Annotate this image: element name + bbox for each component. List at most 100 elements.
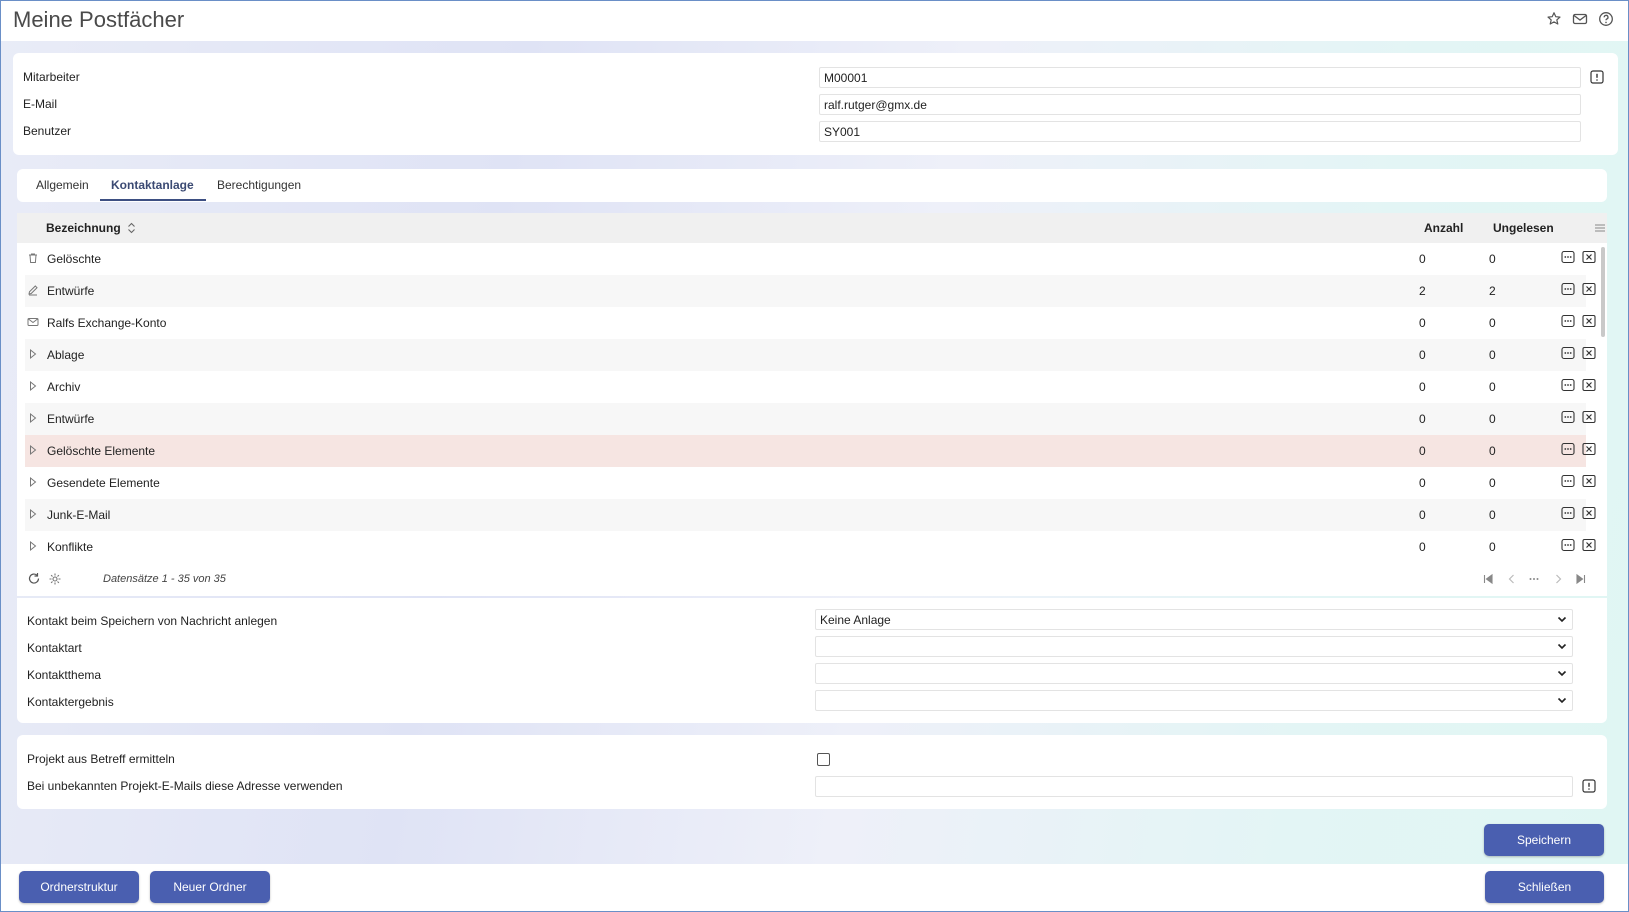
pages-ellipsis-icon[interactable] — [1528, 573, 1540, 585]
column-header-unread[interactable]: Ungelesen — [1493, 221, 1554, 235]
refresh-icon[interactable] — [27, 572, 41, 586]
info-alert-icon[interactable] — [1589, 69, 1605, 85]
folder-name: Entwürfe — [47, 284, 95, 298]
close-button[interactable]: Schließen — [1485, 871, 1604, 903]
folder-name: Gelöschte — [47, 252, 102, 266]
more-icon[interactable] — [1561, 474, 1575, 488]
table-row-selected[interactable]: Gelöschte Elemente 0 0 — [25, 435, 1596, 467]
user-label: Benutzer — [23, 124, 72, 138]
new-folder-button[interactable]: Neuer Ordner — [150, 871, 270, 903]
expand-arrow-icon[interactable] — [27, 508, 39, 520]
address-alert-icon[interactable] — [1581, 778, 1597, 794]
folder-name: Junk-E-Mail — [47, 508, 111, 522]
delete-icon[interactable] — [1582, 538, 1596, 552]
count-cell: 0 — [1419, 316, 1426, 330]
grid-scrollbar[interactable] — [1601, 247, 1605, 337]
employee-field[interactable]: M00001 — [819, 67, 1581, 88]
save-button[interactable]: Speichern — [1484, 824, 1604, 856]
unread-cell: 0 — [1489, 412, 1496, 426]
delete-icon[interactable] — [1582, 314, 1596, 328]
last-page-icon[interactable] — [1575, 573, 1587, 585]
column-header-name[interactable]: Bezeichnung — [46, 221, 136, 235]
more-icon[interactable] — [1561, 346, 1575, 360]
count-cell: 0 — [1419, 348, 1426, 362]
more-icon[interactable] — [1561, 378, 1575, 392]
count-cell: 0 — [1419, 252, 1426, 266]
table-row[interactable]: Entwürfe 2 2 — [25, 275, 1596, 307]
contact-type-label: Kontaktart — [27, 641, 82, 655]
unread-cell: 2 — [1489, 284, 1496, 298]
count-cell: 0 — [1419, 476, 1426, 490]
grid-header: Bezeichnung Anzahl Ungelesen — [17, 213, 1607, 243]
user-field[interactable]: SY001 — [819, 121, 1581, 142]
delete-icon[interactable] — [1582, 378, 1596, 392]
expand-arrow-icon[interactable] — [27, 348, 39, 360]
more-icon[interactable] — [1561, 410, 1575, 424]
more-icon[interactable] — [1561, 538, 1575, 552]
more-icon[interactable] — [1561, 442, 1575, 456]
unknown-project-address-field[interactable] — [815, 776, 1573, 797]
table-row[interactable]: Junk-E-Mail 0 0 — [25, 499, 1596, 531]
expand-arrow-icon[interactable] — [27, 476, 39, 488]
folder-structure-button[interactable]: Ordnerstruktur — [19, 871, 139, 903]
tab-kontaktanlage[interactable]: Kontaktanlage — [111, 178, 194, 192]
unread-cell: 0 — [1489, 540, 1496, 554]
trash-icon — [27, 252, 39, 264]
contact-result-label: Kontaktergebnis — [27, 695, 114, 709]
delete-icon[interactable] — [1582, 282, 1596, 296]
sort-icon[interactable] — [127, 222, 136, 234]
table-row[interactable]: Konflikte 0 0 — [25, 531, 1596, 563]
table-row[interactable]: Archiv 0 0 — [25, 371, 1596, 403]
expand-arrow-icon[interactable] — [27, 380, 39, 392]
more-icon[interactable] — [1561, 506, 1575, 520]
count-cell: 2 — [1419, 284, 1426, 298]
first-page-icon[interactable] — [1482, 573, 1494, 585]
help-icon[interactable] — [1598, 11, 1614, 27]
more-icon[interactable] — [1561, 282, 1575, 296]
contact-result-select[interactable] — [815, 690, 1573, 711]
unknown-project-address-label: Bei unbekannten Projekt-E-Mails diese Ad… — [27, 779, 343, 793]
project-from-subject-checkbox[interactable] — [817, 753, 830, 766]
table-row[interactable]: Gesendete Elemente 0 0 — [25, 467, 1596, 499]
contact-on-save-select[interactable]: Keine Anlage — [815, 609, 1573, 630]
settings-icon[interactable] — [48, 572, 62, 586]
delete-icon[interactable] — [1582, 410, 1596, 424]
table-row[interactable]: Ablage 0 0 — [25, 339, 1596, 371]
table-row[interactable]: Entwürfe 0 0 — [25, 403, 1596, 435]
column-header-count[interactable]: Anzahl — [1424, 221, 1463, 235]
delete-icon[interactable] — [1582, 474, 1596, 488]
grid-footer: Datensätze 1 - 35 von 35 — [17, 560, 1607, 596]
table-row[interactable]: Ralfs Exchange-Konto 0 0 — [25, 307, 1596, 339]
folder-name: Entwürfe — [47, 412, 95, 426]
pencil-icon — [27, 284, 39, 296]
more-icon[interactable] — [1561, 250, 1575, 264]
unread-cell: 0 — [1489, 348, 1496, 362]
delete-icon[interactable] — [1582, 250, 1596, 264]
folder-name: Konflikte — [47, 540, 94, 554]
contact-type-select[interactable] — [815, 636, 1573, 657]
unread-cell: 0 — [1489, 476, 1496, 490]
tab-allgemein[interactable]: Allgemein — [36, 178, 89, 192]
mail-icon[interactable] — [1572, 11, 1588, 27]
column-menu-icon[interactable] — [1594, 222, 1606, 234]
tab-berechtigungen[interactable]: Berechtigungen — [217, 178, 301, 192]
count-cell: 0 — [1419, 412, 1426, 426]
delete-icon[interactable] — [1582, 346, 1596, 360]
contact-topic-select[interactable] — [815, 663, 1573, 684]
delete-icon[interactable] — [1582, 442, 1596, 456]
next-page-icon[interactable] — [1552, 573, 1564, 585]
expand-arrow-icon[interactable] — [27, 412, 39, 424]
project-from-subject-label: Projekt aus Betreff ermitteln — [27, 752, 175, 766]
star-icon[interactable] — [1546, 11, 1562, 27]
expand-arrow-icon[interactable] — [27, 444, 39, 456]
count-cell: 0 — [1419, 540, 1426, 554]
expand-arrow-icon[interactable] — [27, 540, 39, 552]
email-field[interactable]: ralf.rutger@gmx.de — [819, 94, 1581, 115]
table-row[interactable]: Gelöschte 0 0 — [25, 243, 1596, 275]
delete-icon[interactable] — [1582, 506, 1596, 520]
contact-on-save-label: Kontakt beim Speichern von Nachricht anl… — [27, 614, 278, 628]
contact-card: Kontakt beim Speichern von Nachricht anl… — [17, 598, 1607, 723]
prev-page-icon[interactable] — [1506, 573, 1518, 585]
more-icon[interactable] — [1561, 314, 1575, 328]
folder-name: Gelöschte Elemente — [47, 444, 156, 458]
